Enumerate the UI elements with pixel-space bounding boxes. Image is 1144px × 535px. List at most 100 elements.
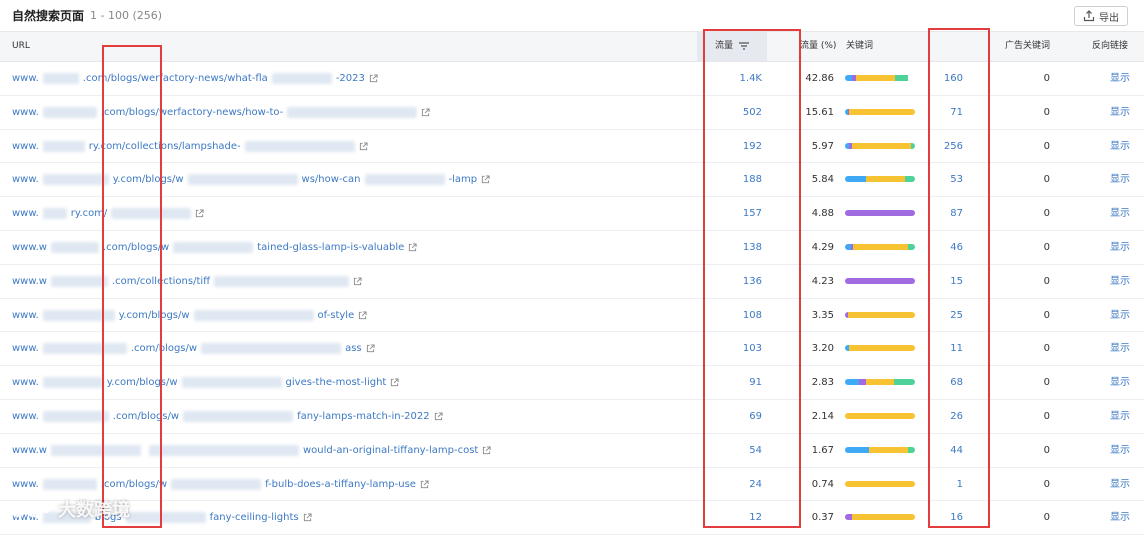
backlinks-show-link[interactable]: 显示 — [1100, 265, 1130, 298]
traffic-pct-value: 3.20 — [811, 343, 834, 355]
url-link[interactable]: www. .com/blogs/werfactory-news/what-fla -… — [12, 62, 378, 95]
keywords-count[interactable]: 46 — [930, 231, 963, 264]
keywords-count[interactable]: 44 — [930, 434, 963, 467]
external-link-icon[interactable] — [366, 344, 375, 353]
external-link-icon[interactable] — [303, 513, 312, 522]
table-header: URL 流量 流量 (%) 关键词 广告关键词 反向链接 — [0, 32, 1144, 62]
keywords-count[interactable]: 15 — [930, 265, 963, 298]
traffic-value[interactable]: 136 — [712, 265, 762, 298]
keywords-count[interactable]: 11 — [930, 332, 963, 365]
col-url[interactable]: URL — [12, 32, 30, 61]
traffic-value[interactable]: 188 — [712, 163, 762, 196]
traffic-value[interactable]: 12 — [712, 501, 762, 534]
url-link[interactable]: www.w .com/collections/tiff — [12, 265, 362, 298]
traffic-value[interactable]: 192 — [712, 130, 762, 163]
keyword-distribution-bar — [845, 210, 915, 217]
keywords-count[interactable]: 26 — [930, 400, 963, 433]
url-redacted — [201, 343, 342, 355]
url-part: would-an-original-tiffany-lamp-cost — [302, 444, 479, 456]
col-ad-keywords[interactable]: 广告关键词 — [1005, 32, 1050, 61]
backlinks-show-link[interactable]: 显示 — [1100, 366, 1130, 399]
traffic-pct-value: 1.67 — [811, 444, 834, 456]
url-redacted — [187, 174, 298, 186]
url-part: www. — [12, 377, 39, 389]
url-link[interactable]: www. y.com/blogs/w ws/how-can -lamp — [12, 163, 490, 196]
ad-keywords-count: 0 — [1043, 208, 1050, 220]
export-icon — [1083, 10, 1095, 22]
external-link-icon[interactable] — [421, 108, 430, 117]
url-redacted — [42, 410, 109, 422]
backlinks-show-link[interactable]: 显示 — [1100, 130, 1130, 163]
url-redacted — [364, 174, 445, 186]
col-keywords[interactable]: 关键词 — [846, 32, 873, 61]
url-link[interactable]: www.w .com/blogs/w tained-glass-lamp-is-va… — [12, 231, 417, 264]
traffic-value[interactable]: 69 — [712, 400, 762, 433]
col-traffic[interactable]: 流量 — [697, 32, 767, 61]
traffic-value[interactable]: 1.4K — [712, 62, 762, 95]
external-link-icon[interactable] — [420, 480, 429, 489]
backlinks-show-link[interactable]: 显示 — [1100, 197, 1130, 230]
external-link-icon[interactable] — [481, 175, 490, 184]
backlinks-show-link[interactable]: 显示 — [1100, 400, 1130, 433]
traffic-value[interactable]: 91 — [712, 366, 762, 399]
backlinks-show-link[interactable]: 显示 — [1100, 96, 1130, 129]
external-link-icon[interactable] — [195, 209, 204, 218]
external-link-icon[interactable] — [390, 378, 399, 387]
table-row: www. .com/blogs/w fany-lamps-match-in-2022… — [0, 400, 1144, 434]
external-link-icon[interactable] — [434, 412, 443, 421]
url-part: .com/collections/tiff — [111, 275, 211, 287]
keywords-count[interactable]: 87 — [930, 197, 963, 230]
keywords-count[interactable]: 53 — [930, 163, 963, 196]
keywords-count[interactable]: 1 — [930, 468, 963, 501]
url-redacted — [111, 208, 192, 220]
url-redacted — [50, 275, 108, 287]
url-link[interactable]: www.w would-an-original-tiffany-lamp-cost — [12, 434, 491, 467]
keywords-count[interactable]: 25 — [930, 299, 963, 332]
traffic-value[interactable]: 157 — [712, 197, 762, 230]
external-link-icon[interactable] — [408, 243, 417, 252]
url-link[interactable]: www. .com/blogs/w fany-lamps-match-in-2022 — [12, 400, 443, 433]
url-part: www. — [12, 343, 39, 355]
external-link-icon[interactable] — [369, 74, 378, 83]
keywords-count[interactable]: 256 — [930, 130, 963, 163]
url-link[interactable]: www. ry.com/ — [12, 197, 204, 230]
url-link[interactable]: www. .com/blogs/w ass — [12, 332, 375, 365]
traffic-value[interactable]: 138 — [712, 231, 762, 264]
keywords-count[interactable]: 160 — [930, 62, 963, 95]
keyword-distribution-bar — [845, 446, 915, 453]
external-link-icon[interactable] — [359, 142, 368, 151]
export-button[interactable]: 导出 — [1074, 6, 1128, 26]
backlinks-show-link[interactable]: 显示 — [1100, 332, 1130, 365]
url-link[interactable]: www. y.com/blogs/w of-style — [12, 299, 367, 332]
url-link[interactable]: www. y.com/blogs/w gives-the-most-light — [12, 366, 399, 399]
page-title: 自然搜索页面 — [12, 9, 85, 23]
keywords-count[interactable]: 71 — [930, 96, 963, 129]
ad-keywords-count: 0 — [1043, 309, 1050, 321]
backlinks-show-link[interactable]: 显示 — [1100, 299, 1130, 332]
url-redacted — [42, 73, 79, 84]
keyword-bar-segment — [845, 277, 915, 284]
traffic-value[interactable]: 108 — [712, 299, 762, 332]
keyword-distribution-bar — [845, 277, 915, 284]
traffic-value[interactable]: 54 — [712, 434, 762, 467]
backlinks-show-link[interactable]: 显示 — [1100, 163, 1130, 196]
backlinks-show-link[interactable]: 显示 — [1100, 434, 1130, 467]
table-row: www. blogs fany-ceiling-lights 12 0.37 16 0 显示 — [0, 501, 1144, 535]
external-link-icon[interactable] — [353, 277, 362, 286]
backlinks-show-link[interactable]: 显示 — [1100, 231, 1130, 264]
col-traffic-pct[interactable]: 流量 (%) — [800, 32, 836, 61]
url-link[interactable]: www. ry.com/collections/lampshade- — [12, 130, 368, 163]
backlinks-show-link[interactable]: 显示 — [1100, 501, 1130, 534]
keywords-count[interactable]: 68 — [930, 366, 963, 399]
traffic-value[interactable]: 103 — [712, 332, 762, 365]
url-link[interactable]: www. .com/blogs/werfactory-news/how-to- — [12, 96, 430, 129]
keywords-count[interactable]: 16 — [930, 501, 963, 534]
external-link-icon[interactable] — [482, 446, 491, 455]
backlinks-show-link[interactable]: 显示 — [1100, 468, 1130, 501]
backlinks-show-link[interactable]: 显示 — [1100, 62, 1130, 95]
traffic-value[interactable]: 24 — [712, 468, 762, 501]
traffic-value[interactable]: 502 — [712, 96, 762, 129]
col-backlinks[interactable]: 反向链接 — [1092, 32, 1128, 61]
url-redacted — [42, 309, 115, 321]
external-link-icon[interactable] — [358, 311, 367, 320]
